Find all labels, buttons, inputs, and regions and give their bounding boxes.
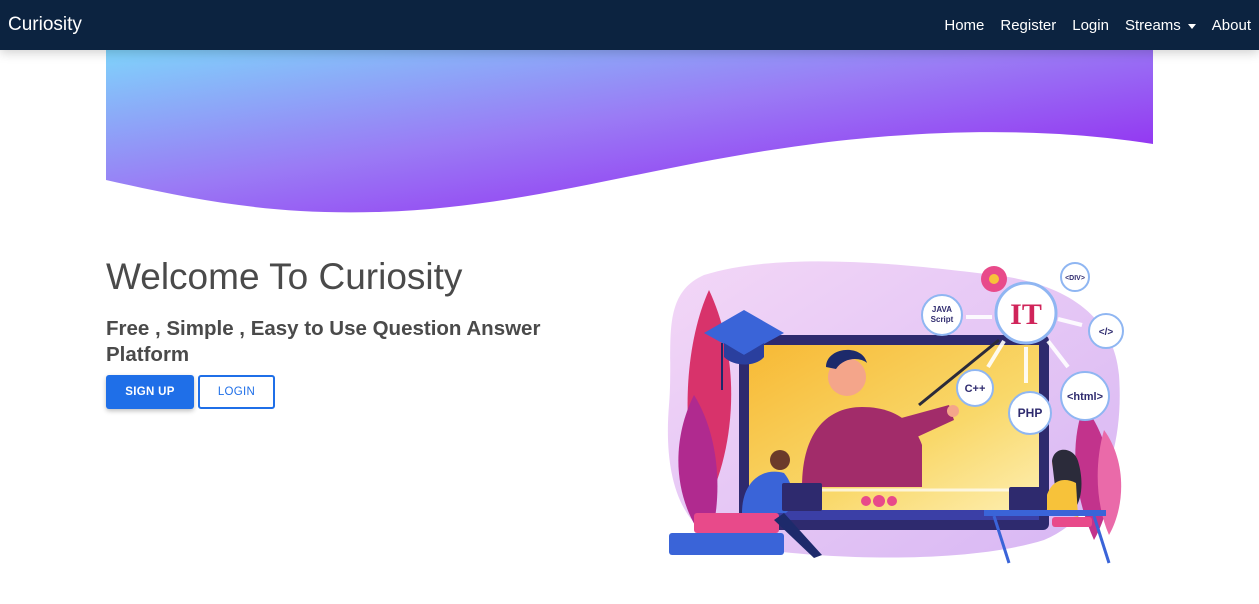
e-learning-illustration: IT JAVA Script <DIV> </> C++ PHP <html> xyxy=(667,261,1124,564)
div-bubble-label: <DIV> xyxy=(1065,275,1085,282)
java-bubble-line2: Script xyxy=(931,315,954,324)
hero-wave-banner xyxy=(106,50,1153,213)
nav-streams-label: Streams xyxy=(1124,16,1181,34)
nav-links: Home Register Login Streams About xyxy=(928,17,1251,34)
hero-subtitle: Free , Simple , Easy to Use Question Ans… xyxy=(106,317,541,366)
top-navbar: Curiosity Home Register Login Streams Ab… xyxy=(0,0,1259,50)
signup-button[interactable]: SIGN UP xyxy=(106,375,194,409)
hero-title: Welcome To Curiosity xyxy=(106,256,463,297)
java-bubble-line1: JAVA xyxy=(932,305,952,314)
caret-down-icon xyxy=(1187,23,1196,29)
php-bubble-label: PHP xyxy=(1018,406,1043,420)
nav-login-link[interactable]: Login xyxy=(1072,17,1109,34)
login-button[interactable]: LOGIN xyxy=(198,375,275,409)
it-bubble-label: IT xyxy=(1010,298,1042,331)
nav-home-link[interactable]: Home xyxy=(944,17,984,34)
cpp-bubble-label: C++ xyxy=(965,383,986,395)
nav-register-link[interactable]: Register xyxy=(1000,17,1056,34)
brand-link[interactable]: Curiosity xyxy=(8,14,82,36)
nav-streams-dropdown[interactable]: Streams xyxy=(1125,17,1196,34)
code-bubble-label: </> xyxy=(1099,327,1114,338)
nav-about-link[interactable]: About xyxy=(1212,17,1251,34)
html-bubble-label: <html> xyxy=(1067,391,1103,403)
